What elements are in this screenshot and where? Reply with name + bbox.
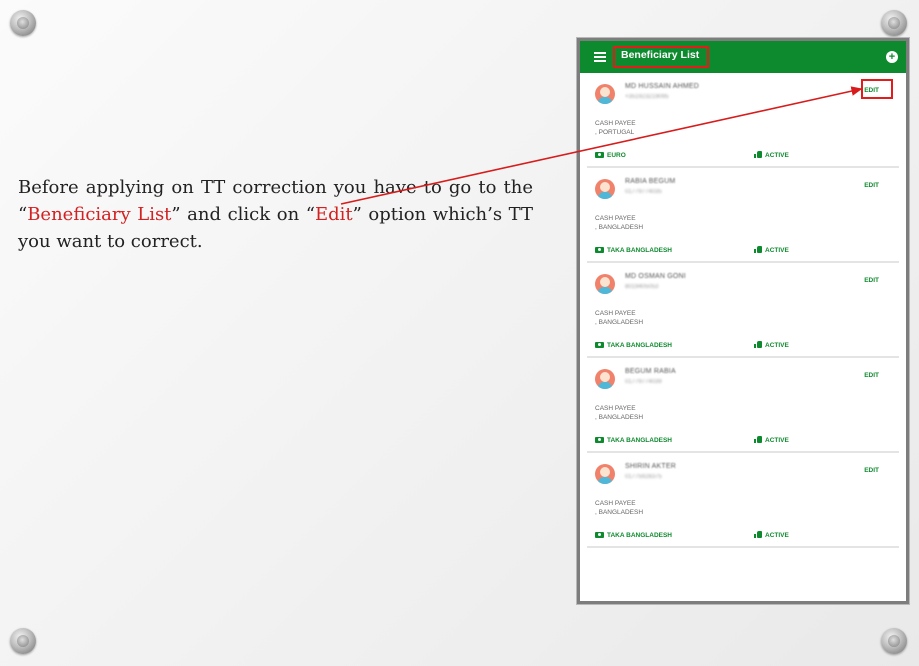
payee-info: CASH PAYEE , BANGLADESH xyxy=(595,309,643,327)
screw-bottom-left xyxy=(10,628,36,654)
status-text: ACTIVE xyxy=(765,247,789,254)
payee-country: , PORTUGAL xyxy=(595,129,635,136)
screw-top-left xyxy=(10,10,36,36)
payee-info: CASH PAYEE , BANGLADESH xyxy=(595,214,643,232)
beneficiary-phone: 01779774039 xyxy=(625,379,662,385)
screw-bottom-right xyxy=(881,628,907,654)
payee-country: , BANGLADESH xyxy=(595,224,644,231)
edit-button[interactable]: EDIT xyxy=(864,372,879,379)
instruction-text: Before applying on TT correction you hav… xyxy=(18,174,533,255)
avatar xyxy=(595,179,615,199)
payee-country: , BANGLADESH xyxy=(595,319,644,326)
thumbs-up-icon xyxy=(754,436,762,443)
thumbs-up-icon xyxy=(754,246,762,253)
beneficiary-name: MD OSMAN GONI xyxy=(625,273,686,280)
edit-button[interactable]: EDIT xyxy=(864,277,879,284)
beneficiary-phone: +351923219095 xyxy=(625,94,669,100)
currency-text: TAKA BANGLADESH xyxy=(607,342,672,349)
beneficiary-card: RABIA BEGUM 01779774035 EDIT CASH PAYEE,… xyxy=(587,168,899,263)
currency-label: TAKA BANGLADESH xyxy=(595,437,672,444)
payee-type: CASH PAYEE xyxy=(595,310,636,317)
currency-text: EURO xyxy=(607,152,626,159)
avatar xyxy=(595,369,615,389)
money-icon xyxy=(595,152,604,158)
status-label: ACTIVE xyxy=(754,151,789,159)
beneficiary-name: RABIA BEGUM xyxy=(625,178,676,185)
beneficiary-list: MD HUSSAIN AHMED +351923219095 EDIT CASH… xyxy=(580,73,906,548)
payee-type: CASH PAYEE xyxy=(595,120,636,127)
app-bar: Beneficiary List + xyxy=(580,41,906,73)
edit-button[interactable]: EDIT xyxy=(864,182,879,189)
money-icon xyxy=(595,437,604,443)
page-title: Beneficiary List xyxy=(621,49,700,61)
payee-country: , BANGLADESH xyxy=(595,414,644,421)
thumbs-up-icon xyxy=(754,531,762,538)
payee-info: CASH PAYEE , BANGLADESH xyxy=(595,404,643,422)
edit-button[interactable]: EDIT xyxy=(864,87,879,94)
currency-text: TAKA BANGLADESH xyxy=(607,532,672,539)
avatar xyxy=(595,464,615,484)
currency-label: EURO xyxy=(595,152,626,159)
add-circle-icon[interactable]: + xyxy=(886,51,898,63)
avatar xyxy=(595,84,615,104)
instruction-part2: ” and click on “ xyxy=(171,204,315,225)
beneficiary-name: BEGUM RABIA xyxy=(625,368,676,375)
beneficiary-name: SHIRIN AKTER xyxy=(625,463,677,470)
currency-text: TAKA BANGLADESH xyxy=(607,247,672,254)
money-icon xyxy=(595,532,604,538)
beneficiary-card: MD OSMAN GONI 8019405053 EDIT CASH PAYEE… xyxy=(587,263,899,358)
payee-info: CASH PAYEE , PORTUGAL xyxy=(595,119,636,137)
menu-icon[interactable] xyxy=(594,52,606,62)
payee-type: CASH PAYEE xyxy=(595,215,636,222)
payee-country: , BANGLADESH xyxy=(595,509,644,516)
beneficiary-phone: 01775928375 xyxy=(625,474,662,480)
avatar xyxy=(595,274,615,294)
beneficiary-card: SHIRIN AKTER 01775928375 EDIT CASH PAYEE… xyxy=(587,453,899,548)
payee-type: CASH PAYEE xyxy=(595,500,636,507)
beneficiary-phone: 8019405053 xyxy=(625,284,659,290)
status-label: ACTIVE xyxy=(754,436,789,444)
instruction-highlight-edit: Edit xyxy=(314,204,353,225)
status-label: ACTIVE xyxy=(754,341,789,349)
currency-label: TAKA BANGLADESH xyxy=(595,342,672,349)
money-icon xyxy=(595,342,604,348)
beneficiary-card: MD HUSSAIN AHMED +351923219095 EDIT CASH… xyxy=(587,73,899,168)
thumbs-up-icon xyxy=(754,341,762,348)
currency-label: TAKA BANGLADESH xyxy=(595,247,672,254)
thumbs-up-icon xyxy=(754,151,762,158)
edit-button[interactable]: EDIT xyxy=(864,467,879,474)
phone-screen: Beneficiary List + MD HUSSAIN AHMED +351… xyxy=(576,37,910,605)
beneficiary-phone: 01779774035 xyxy=(625,189,662,195)
status-text: ACTIVE xyxy=(765,152,789,159)
payee-type: CASH PAYEE xyxy=(595,405,636,412)
status-text: ACTIVE xyxy=(765,532,789,539)
instruction-highlight-beneficiary-list: Beneficiary List xyxy=(27,204,172,225)
status-label: ACTIVE xyxy=(754,246,789,254)
currency-text: TAKA BANGLADESH xyxy=(607,437,672,444)
status-label: ACTIVE xyxy=(754,531,789,539)
beneficiary-name: MD HUSSAIN AHMED xyxy=(625,83,699,90)
status-text: ACTIVE xyxy=(765,437,789,444)
payee-info: CASH PAYEE , BANGLADESH xyxy=(595,499,643,517)
money-icon xyxy=(595,247,604,253)
currency-label: TAKA BANGLADESH xyxy=(595,532,672,539)
status-text: ACTIVE xyxy=(765,342,789,349)
screw-top-right xyxy=(881,10,907,36)
beneficiary-card: BEGUM RABIA 01779774039 EDIT CASH PAYEE,… xyxy=(587,358,899,453)
